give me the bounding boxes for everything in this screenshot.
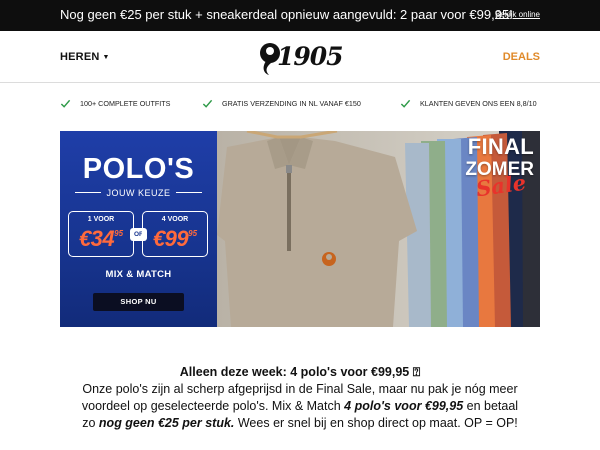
chevron-down-icon: ▼ <box>102 54 110 61</box>
nav-deals-link[interactable]: DEALS <box>503 51 540 63</box>
usp-label: GRATIS VERZENDING IN NL VANAF €150 <box>222 99 361 108</box>
hero-offer-panel: POLO'S JOUW KEUZE 1 VOOR €3495 OF 4 VOOR… <box>60 131 217 327</box>
price-label: 1 VOOR <box>87 216 115 223</box>
price-box-single: 1 VOOR €3495 <box>68 211 134 257</box>
copy-headline: Alleen deze week: 4 polo's voor €99,95 ⍰ <box>179 365 421 379</box>
price-box-bundle: 4 VOOR €9995 <box>142 211 208 257</box>
check-icon <box>202 99 213 108</box>
promo-copy: Alleen deze week: 4 polo's voor €99,95 ⍰… <box>78 364 522 432</box>
usp-row: 100+ COMPLETE OUTFITS GRATIS VERZENDING … <box>0 98 600 116</box>
hero-banner[interactable]: POLO'S JOUW KEUZE 1 VOOR €3495 OF 4 VOOR… <box>60 131 540 327</box>
logo-text: 1905 <box>277 42 344 71</box>
sale-line-final: FINAL <box>467 134 534 159</box>
price-value: €3495 <box>78 226 124 251</box>
sale-line-sale: Sale <box>474 169 528 202</box>
brand-logo[interactable]: 1905 <box>257 41 347 77</box>
copy-body: Onze polo's zijn al scherp afgeprijsd in… <box>78 381 522 432</box>
price-label: 4 VOOR <box>161 216 189 223</box>
copy-text: Wees er snel bij en shop direct op maat.… <box>234 416 518 430</box>
hero-title: POLO'S <box>82 153 195 185</box>
usp-label: KLANTEN GEVEN ONS EEN 8,8/10 <box>420 99 537 108</box>
site-header: HEREN ▼ 1905 DEALS <box>0 31 600 83</box>
price-value: €9995 <box>152 226 198 251</box>
usp-label: 100+ COMPLETE OUTFITS <box>80 99 171 108</box>
mix-match-label: MIX & MATCH <box>105 269 172 280</box>
hero-subtitle: JOUW KEUZE <box>60 188 217 198</box>
copy-emphasis: 4 polo's voor €99,95 <box>344 399 464 413</box>
usp-item: 100+ COMPLETE OUTFITS <box>60 98 170 109</box>
nav-heren-label: HEREN <box>60 51 100 63</box>
usp-item: GRATIS VERZENDING IN NL VANAF €150 <box>202 98 361 109</box>
final-sale-badge: FINAL ZOMER Sale <box>450 131 540 211</box>
view-online-link[interactable]: Bekijk online <box>495 10 540 19</box>
check-icon <box>60 99 71 108</box>
shop-now-button[interactable]: SHOP NU <box>93 293 184 311</box>
check-icon <box>400 99 411 108</box>
nav-heren-menu[interactable]: HEREN ▼ <box>60 51 110 63</box>
promo-message: Nog geen €25 per stuk + sneakerdeal opni… <box>60 7 513 22</box>
promo-topbar: Nog geen €25 per stuk + sneakerdeal opni… <box>0 0 600 31</box>
usp-item: KLANTEN GEVEN ONS EEN 8,8/10 <box>400 98 537 109</box>
copy-emphasis: nog geen €25 per stuk. <box>98 416 235 430</box>
